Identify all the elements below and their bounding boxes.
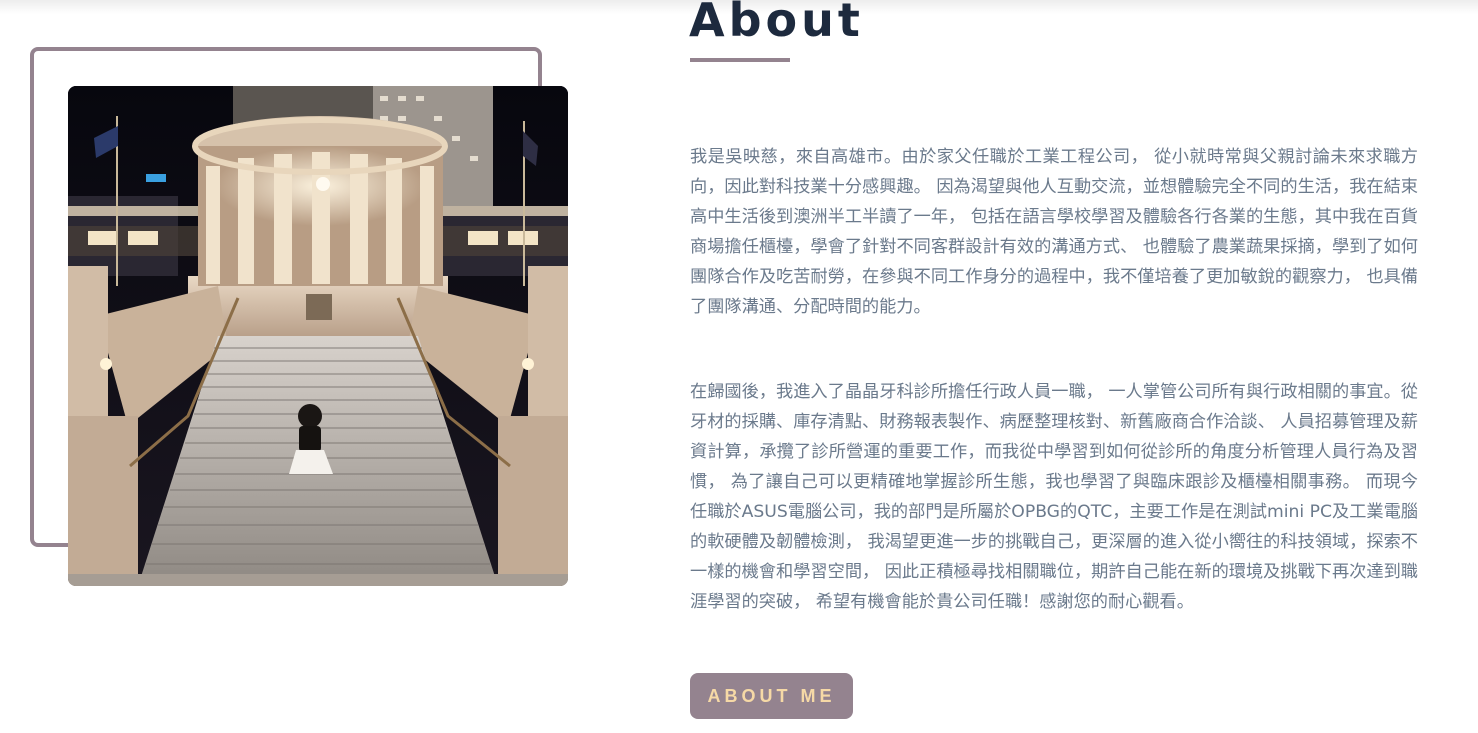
about-me-button[interactable]: ABOUT ME [690, 673, 853, 719]
bio-paragraph-2: 在歸國後，我進入了晶晶牙科診所擔任行政人員一職， 一人掌管公司所有與行政相關的事… [690, 382, 1418, 612]
bio-paragraph-1: 我是吳映慈，來自高雄市。由於家父任職於工業工程公司， 從小就時常與父親討論未來求… [690, 147, 1418, 317]
profile-photo [68, 86, 568, 586]
about-me-button-label: ABOUT ME [707, 685, 836, 706]
section-title: About [689, 0, 864, 47]
title-underline [690, 58, 790, 62]
